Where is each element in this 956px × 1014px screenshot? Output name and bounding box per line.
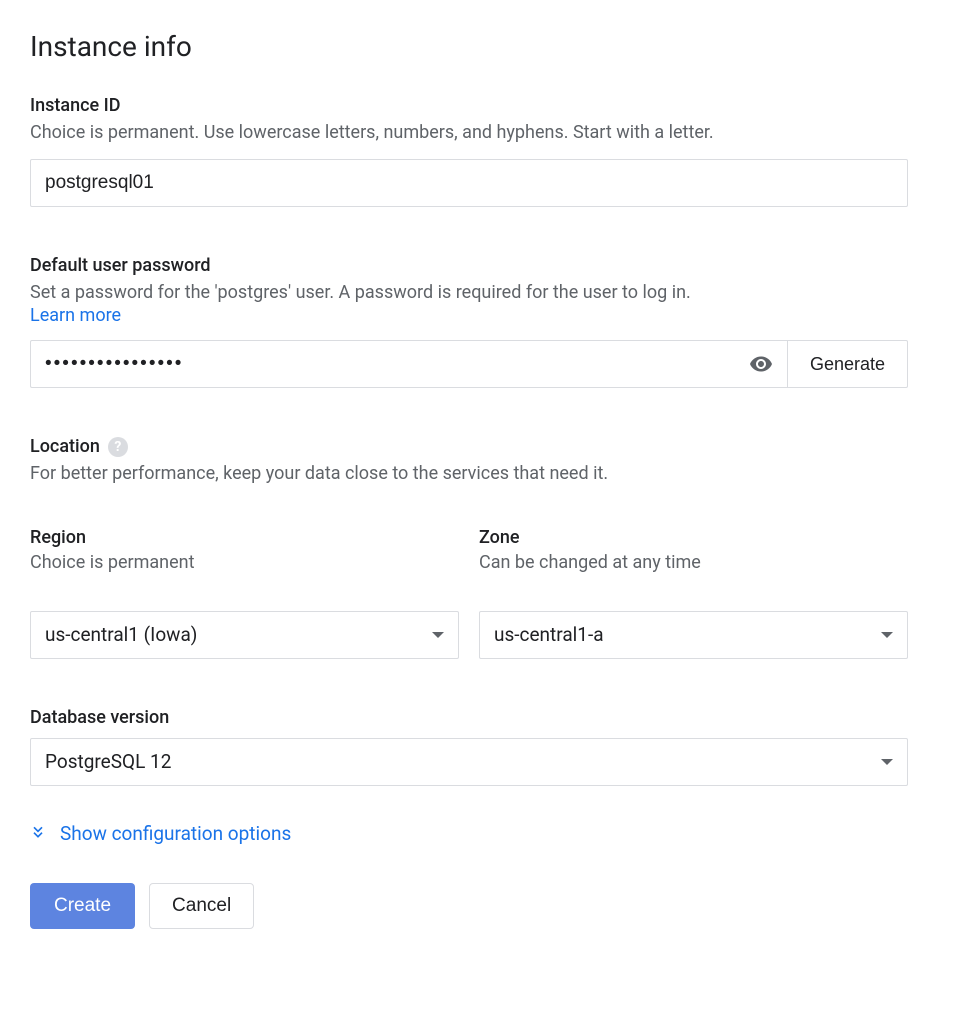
instance-id-section: Instance ID Choice is permanent. Use low… (30, 95, 926, 207)
expand-label: Show configuration options (60, 822, 291, 845)
create-button[interactable]: Create (30, 883, 135, 929)
database-version-section: Database version PostgreSQL 12 (30, 707, 926, 786)
region-value: us-central1 (Iowa) (45, 623, 197, 646)
region-column: Region Choice is permanent us-central1 (… (30, 527, 459, 659)
zone-column: Zone Can be changed at any time us-centr… (479, 527, 908, 659)
zone-description: Can be changed at any time (479, 552, 908, 573)
chevron-down-icon (881, 759, 893, 765)
double-chevron-down-icon (30, 822, 46, 845)
cancel-button[interactable]: Cancel (149, 883, 254, 929)
region-description: Choice is permanent (30, 552, 459, 573)
password-label: Default user password (30, 255, 926, 276)
location-section: Location ? For better performance, keep … (30, 436, 926, 658)
location-label-text: Location (30, 436, 100, 457)
chevron-down-icon (881, 632, 893, 638)
instance-id-label: Instance ID (30, 95, 926, 116)
button-row: Create Cancel (30, 883, 926, 929)
help-icon[interactable]: ? (108, 437, 128, 457)
visibility-icon[interactable] (749, 352, 773, 376)
password-description: Set a password for the 'postgres' user. … (30, 280, 926, 305)
region-select[interactable]: us-central1 (Iowa) (30, 611, 459, 659)
password-section: Default user password Set a password for… (30, 255, 926, 388)
zone-value: us-central1-a (494, 623, 604, 646)
database-version-label: Database version (30, 707, 926, 728)
region-label: Region (30, 527, 459, 548)
page-title: Instance info (30, 30, 926, 63)
location-label: Location ? (30, 436, 926, 457)
database-version-value: PostgreSQL 12 (45, 750, 171, 773)
learn-more-link[interactable]: Learn more (30, 305, 121, 326)
instance-id-input[interactable] (30, 159, 908, 207)
location-description: For better performance, keep your data c… (30, 461, 926, 486)
chevron-down-icon (432, 632, 444, 638)
show-configuration-options-link[interactable]: Show configuration options (30, 822, 291, 845)
database-version-select[interactable]: PostgreSQL 12 (30, 738, 908, 786)
zone-select[interactable]: us-central1-a (479, 611, 908, 659)
instance-id-description: Choice is permanent. Use lowercase lette… (30, 120, 926, 145)
password-input[interactable] (30, 340, 787, 388)
generate-button[interactable]: Generate (787, 340, 908, 388)
zone-label: Zone (479, 527, 908, 548)
